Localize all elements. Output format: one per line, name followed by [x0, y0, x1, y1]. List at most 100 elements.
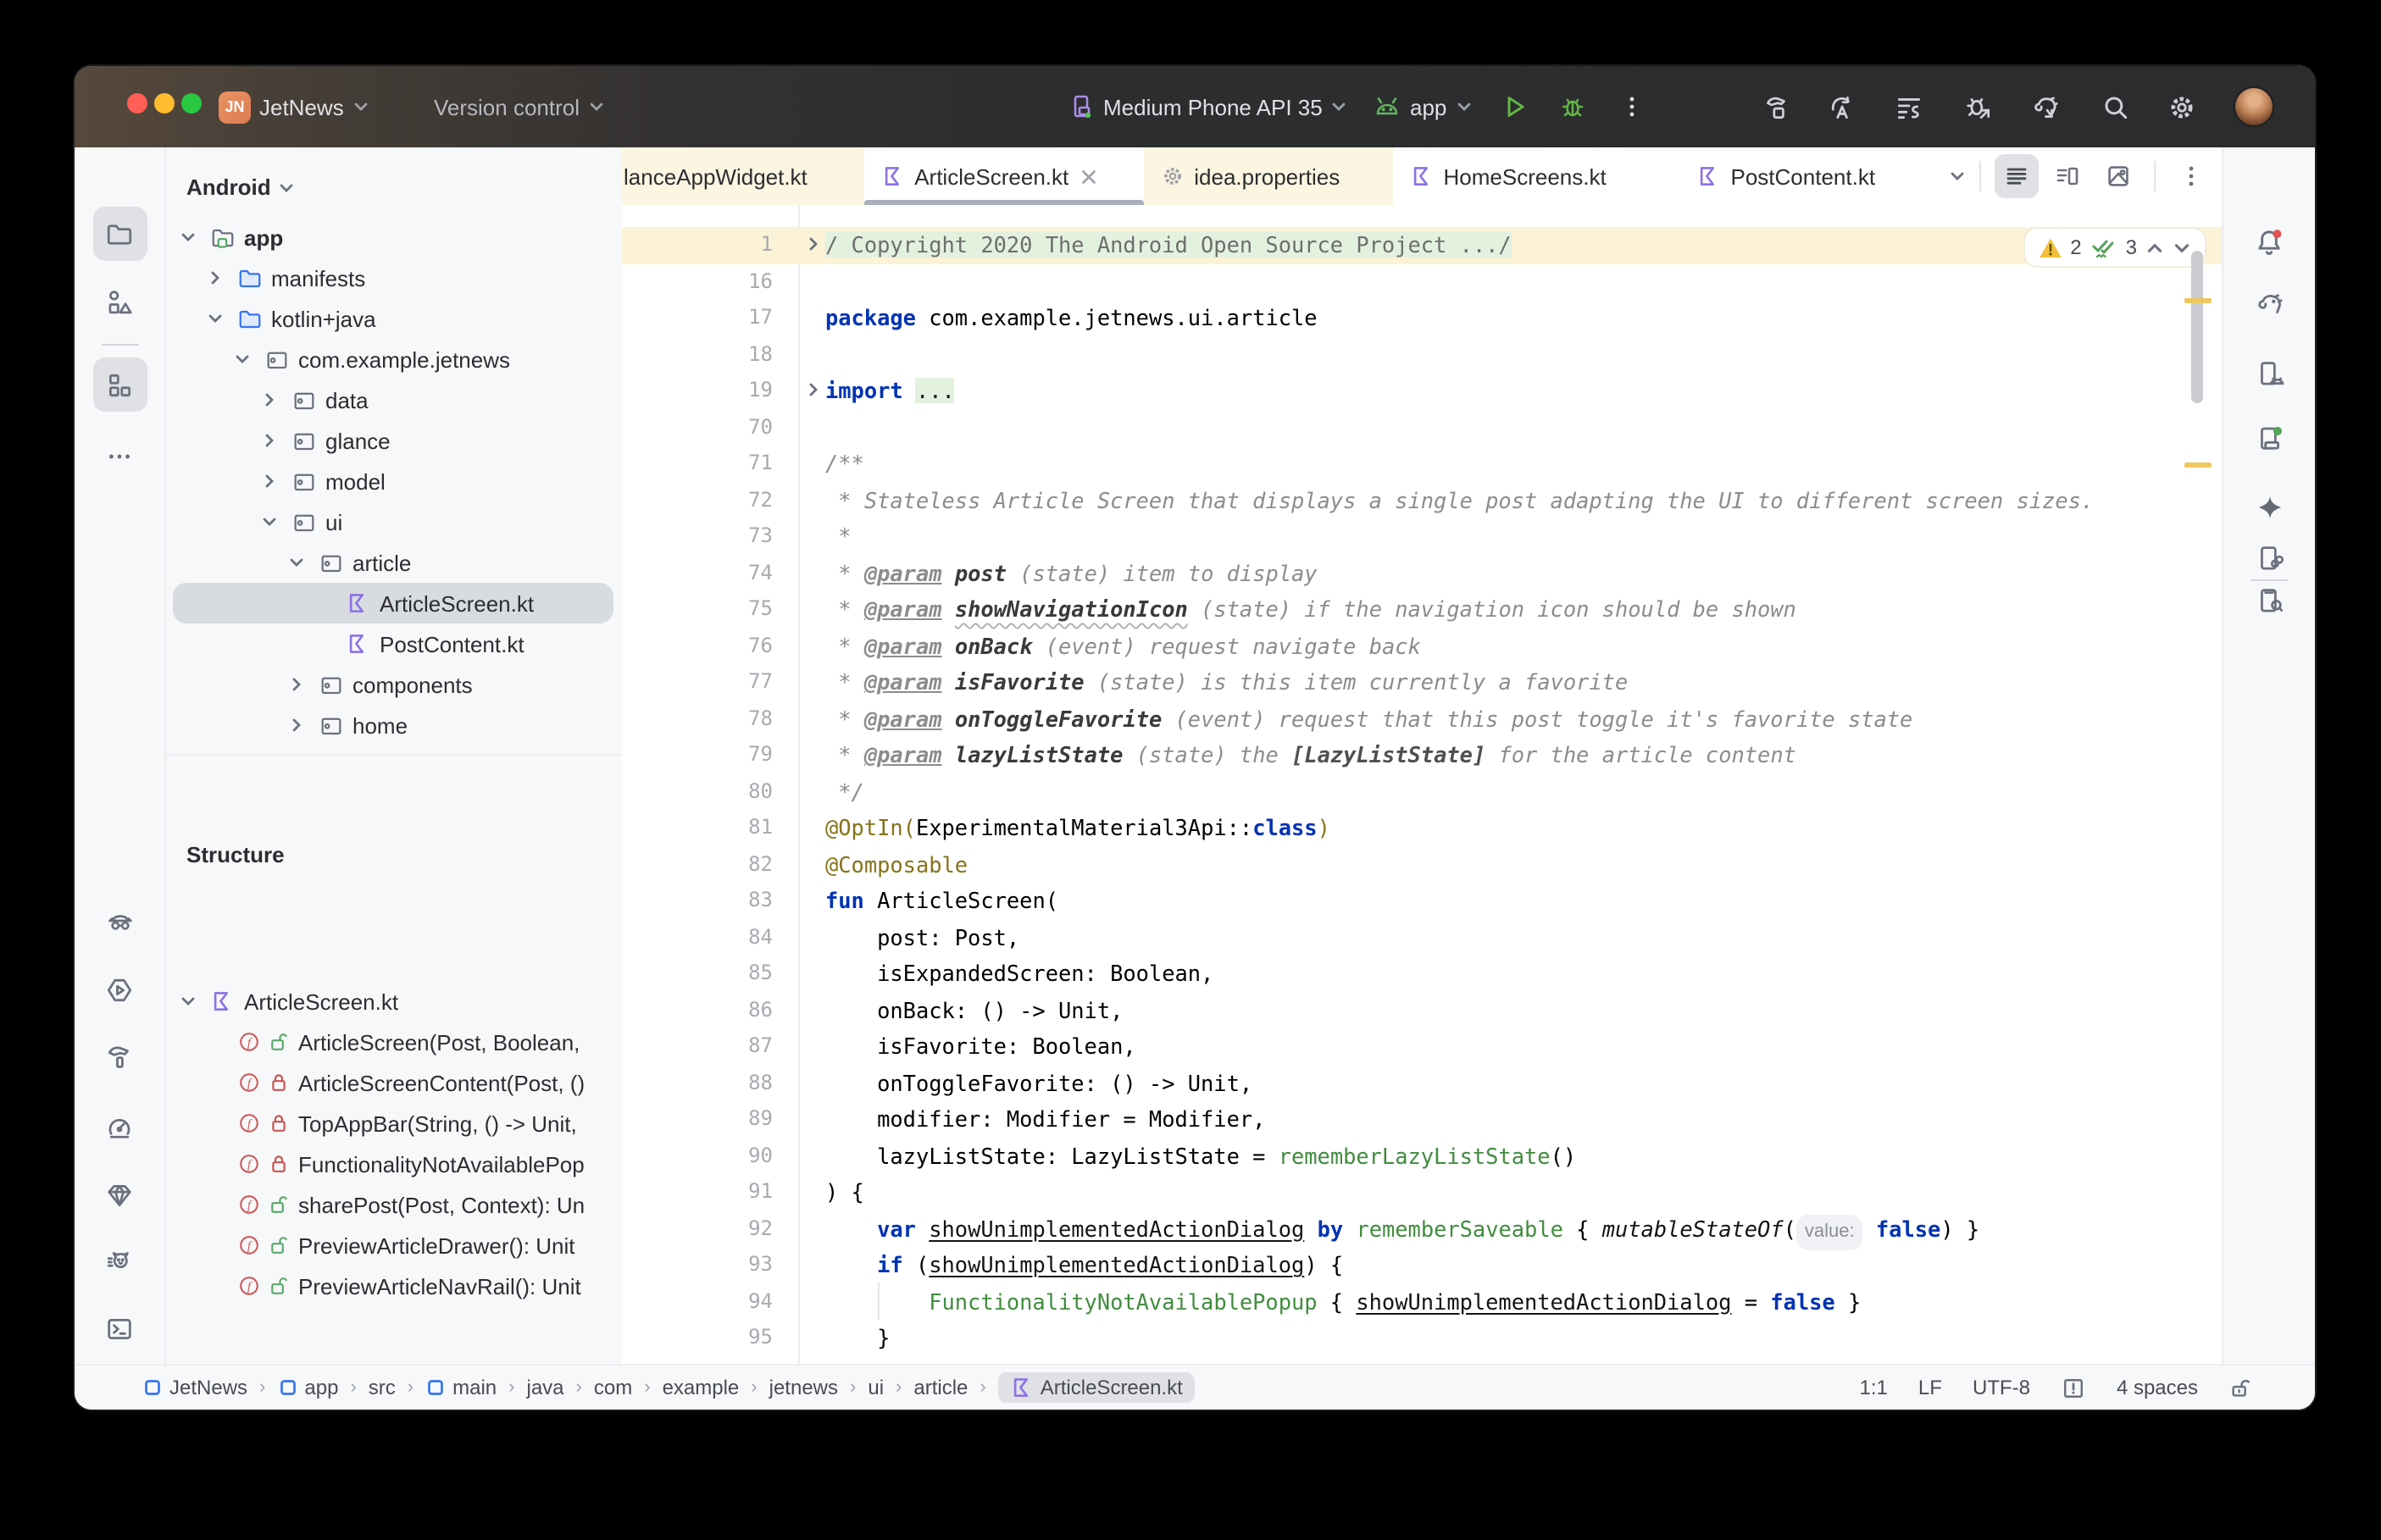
code-line-74[interactable]: 74 * @param post (state) item to display [622, 555, 2223, 591]
code-line-86[interactable]: 86 onBack: () -> Unit, [622, 992, 2223, 1028]
indent-setting[interactable]: 4 spaces [2117, 1376, 2198, 1399]
structure-item[interactable]: f sharePost(Post, Context): Un [166, 1184, 622, 1225]
code-line-17[interactable]: 17 package com.example.jetnews.ui.article [622, 300, 2223, 336]
tool-button-terminal[interactable] [92, 1301, 147, 1355]
code-line-18[interactable]: 18 [622, 336, 2223, 373]
code-line-93[interactable]: 93 if (showUnimplementedActionDialog) { [622, 1247, 2223, 1283]
code-line-83[interactable]: 83 fun ArticleScreen( [622, 883, 2223, 919]
breadcrumb-item[interactable]: example [663, 1376, 740, 1399]
code-line-85[interactable]: 85 isExpandedScreen: Boolean, [622, 956, 2223, 992]
inspections-widget-icon[interactable] [2061, 1375, 2086, 1400]
breadcrumb-item[interactable]: src [369, 1376, 396, 1399]
attach-debugger-button[interactable] [1964, 66, 1993, 147]
structure-item[interactable]: f FunctionalityNotAvailablePop [166, 1144, 622, 1184]
user-avatar[interactable] [2234, 66, 2274, 147]
tab-articlescreen-kt[interactable]: ArticleScreen.kt [863, 147, 1144, 205]
tool-button-build-hammer[interactable] [92, 1028, 147, 1083]
fold-chevron-icon[interactable] [805, 380, 822, 397]
project-tree-item[interactable]: model [166, 461, 622, 501]
project-widget[interactable]: JN JetNews [219, 66, 369, 147]
tab-postcontent-kt[interactable]: PostContent.kt [1680, 147, 1950, 205]
structure-item[interactable]: f TopAppBar(String, () -> Unit, [166, 1103, 622, 1144]
tool-button-screens-grid[interactable] [92, 357, 147, 412]
code-line-70[interactable]: 70 [622, 409, 2223, 446]
file-encoding[interactable]: UTF-8 [1973, 1376, 2030, 1399]
tab-lanceappwidget-kt[interactable]: lanceAppWidget.kt [622, 147, 864, 205]
breadcrumb-item[interactable]: article [913, 1376, 968, 1399]
tool-button-quality-insights[interactable] [92, 893, 147, 947]
breadcrumb-item[interactable]: ArticleScreen.kt [997, 1372, 1195, 1403]
code-line-88[interactable]: 88 onToggleFavorite: () -> Unit, [622, 1065, 2223, 1101]
more-run-actions-button[interactable] [1620, 66, 1644, 147]
code-line-71[interactable]: 71 /** [622, 446, 2223, 482]
project-tree-item[interactable]: home [166, 705, 622, 745]
code-line-1[interactable]: 1 / Copyright 2020 The Android Open Sourc… [622, 227, 2223, 263]
code-line-72[interactable]: 72 * Stateless Article Screen that displ… [622, 482, 2223, 518]
split-editor-button[interactable] [2045, 154, 2090, 198]
zoom-window-button[interactable] [181, 93, 202, 114]
structure-item[interactable]: f PreviewArticleNavRail(): Unit [166, 1266, 622, 1306]
breadcrumb-item[interactable]: app [277, 1376, 338, 1399]
code-line-84[interactable]: 84 post: Post, [622, 919, 2223, 956]
panel-splitter[interactable] [166, 754, 622, 756]
lock-open-icon[interactable] [2228, 1375, 2254, 1400]
project-tree-item[interactable]: data [166, 379, 622, 420]
code-line-87[interactable]: 87 isFavorite: Boolean, [622, 1028, 2223, 1065]
code-line-94[interactable]: 94 FunctionalityNotAvailablePopup { show… [622, 1283, 2223, 1320]
code-line-19[interactable]: 19 import ... [622, 373, 2223, 409]
close-window-button[interactable] [127, 93, 147, 114]
code-line-81[interactable]: 81 @OptIn(ExperimentalMaterial3Api::class… [622, 810, 2223, 846]
settings-button[interactable] [2167, 66, 2196, 147]
tool-button-commit[interactable] [92, 274, 147, 329]
editor-more-options-button[interactable] [2169, 154, 2213, 198]
tool-button-gradle-elephant[interactable] [2242, 276, 2296, 330]
tool-button-app-inspection[interactable] [92, 962, 147, 1017]
warning-stripe-mark[interactable] [2184, 463, 2212, 468]
breadcrumb-item[interactable]: main [425, 1376, 497, 1399]
structure-item[interactable]: f PreviewArticleDrawer(): Unit [166, 1225, 622, 1266]
run-button[interactable] [1501, 66, 1529, 147]
breadcrumb-item[interactable]: com [594, 1376, 632, 1399]
project-tree-item[interactable]: com.example.jetnews [166, 339, 622, 379]
fold-chevron-icon[interactable] [805, 235, 822, 252]
project-tree-item[interactable]: components [166, 664, 622, 705]
project-tree-item[interactable]: PostContent.kt [166, 623, 622, 664]
preview-button[interactable] [2096, 154, 2140, 198]
run-config-selector[interactable]: app [1373, 66, 1472, 147]
code-line-16[interactable]: 16 [622, 263, 2223, 300]
caret-position[interactable]: 1:1 [1860, 1376, 1888, 1399]
code-line-89[interactable]: 89 modifier: Modifier = Modifier, [622, 1101, 2223, 1138]
vcs-widget[interactable]: Version control [434, 66, 605, 147]
debug-button[interactable] [1559, 66, 1586, 147]
code-line-92[interactable]: 92 var showUnimplementedActionDialog by … [622, 1210, 2223, 1250]
tool-button-gem[interactable] [92, 1167, 147, 1221]
tool-button-profiler-gauge[interactable] [92, 1100, 147, 1154]
code-line-91[interactable]: 91) { [622, 1174, 2223, 1210]
search-everywhere-button[interactable] [2101, 66, 2130, 147]
inspections-widget[interactable]: 23 [2023, 227, 2206, 268]
project-tree-item[interactable]: article [166, 542, 622, 583]
device-selector[interactable]: Medium Phone API 35 [1068, 66, 1348, 147]
tool-button-gemini-spark[interactable] [2242, 479, 2296, 534]
warning-stripe-mark[interactable] [2184, 298, 2212, 303]
sync-project-button[interactable] [1827, 66, 1856, 147]
tab-homescreens-kt[interactable]: HomeScreens.kt [1393, 147, 1680, 205]
editor-scrollbar[interactable] [2191, 251, 2203, 403]
code-line-73[interactable]: 73 * [622, 518, 2223, 555]
code-line-76[interactable]: 76 * @param onBack (event) request navig… [622, 628, 2223, 664]
project-tree-item[interactable]: kotlin+java [166, 298, 622, 339]
code-editor[interactable]: 1 / Copyright 2020 The Android Open Sourc… [622, 205, 2223, 1366]
project-tree-item[interactable]: ui [166, 501, 622, 542]
tool-button-project-folder[interactable] [92, 207, 147, 261]
code-line-75[interactable]: 75 * @param showNavigationIcon (state) i… [622, 591, 2223, 628]
code-line-90[interactable]: 90 lazyListState: LazyListState = rememb… [622, 1138, 2223, 1174]
line-ending[interactable]: LF [1918, 1376, 1942, 1399]
tool-button-device-explorer[interactable] [2242, 573, 2296, 627]
code-line-79[interactable]: 79 * @param lazyListState (state) the [L… [622, 737, 2223, 773]
tab-idea-properties[interactable]: idea.properties [1143, 147, 1393, 205]
tool-button-device-manager[interactable] [2242, 346, 2296, 400]
editor-view-mode-button[interactable] [1995, 154, 2040, 198]
code-line-80[interactable]: 80 */ [622, 773, 2223, 810]
tool-button-running-devices[interactable] [2242, 410, 2296, 464]
code-line-82[interactable]: 82 @Composable [622, 846, 2223, 883]
